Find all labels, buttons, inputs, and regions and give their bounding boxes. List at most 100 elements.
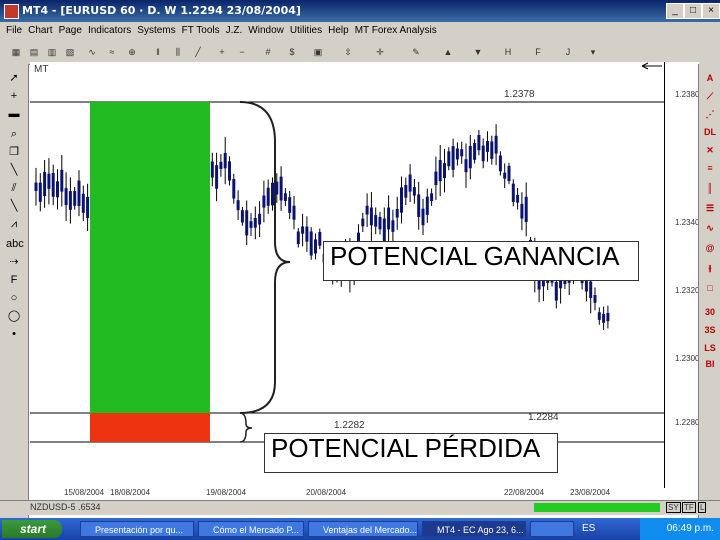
menu-item-ft-tools[interactable]: FT Tools [182,22,220,40]
magnifier-icon[interactable]: ⌕ [6,126,22,142]
save-icon[interactable]: ▥ [44,44,60,60]
scale-icon[interactable]: ⇳ [340,44,356,60]
menu-item-indicators[interactable]: Indicators [88,22,131,40]
candle-body [258,213,262,225]
high-price-label: 1.2378 [504,89,535,100]
crosshair-tool-icon[interactable]: + [6,88,22,104]
system-icon[interactable]: ⊕ [124,44,140,60]
candle-body [223,152,227,169]
progress-bar [534,503,660,512]
candle-body [520,203,524,219]
candle-body [387,207,391,230]
ls-icon[interactable]: LS [702,340,718,356]
bi-icon[interactable]: BI [702,356,718,372]
open-icon[interactable]: ▤ [26,44,42,60]
dropdown-icon[interactable]: ▾ [585,44,601,60]
cross-lines-icon[interactable]: ✕ [702,142,718,158]
indicator-icon[interactable]: ∿ [84,44,100,60]
zoom-out-icon[interactable]: − [234,44,250,60]
maximize-icon[interactable]: □ [684,3,702,19]
tf-button[interactable]: TF [682,502,696,513]
menu-item-systems[interactable]: Systems [137,22,175,40]
pen-icon[interactable]: ✎ [408,44,424,60]
minimize-icon[interactable]: _ [666,3,684,19]
menu-item-file[interactable]: File [6,22,22,40]
l-button[interactable]: L [698,502,707,513]
print-icon[interactable]: ▧ [62,44,78,60]
candle-body [602,313,606,323]
task-button[interactable]: Cómo el Mercado P... [198,521,304,537]
menu-item-window[interactable]: Window [248,22,284,40]
candle-body [77,180,81,206]
sell-icon[interactable]: ▼ [470,44,486,60]
text-tool-icon[interactable]: abc [6,236,24,252]
candle-body [262,195,266,208]
start-button[interactable]: start [2,520,62,538]
dl-icon[interactable]: DL [702,124,718,140]
dot-tool-icon[interactable]: • [6,326,22,342]
channel-icon[interactable]: ⫽ [6,180,22,196]
spiral-icon[interactable]: @ [702,240,718,256]
arrow-tool-icon[interactable]: ⇢ [6,254,22,270]
square-icon[interactable]: □ [702,280,718,296]
menu-item-page[interactable]: Page [59,22,82,40]
task-button[interactable]: Ventajas del Mercado... [308,521,418,537]
ellipse-tool-icon[interactable]: ◯ [6,308,22,324]
3s-icon[interactable]: 3S [702,322,718,338]
wave-icon[interactable]: ∿ [702,220,718,236]
gain-box [90,102,210,413]
candle-body [369,207,373,226]
task-button[interactable]: Presentación por qu... [80,521,194,537]
buy-icon[interactable]: ▲ [440,44,456,60]
new-chart-icon[interactable]: ▦ [8,44,24,60]
task-button[interactable] [530,521,574,537]
menu-item-j-z-[interactable]: J.Z. [226,22,243,40]
menu-item-utilities[interactable]: Utilities [290,22,322,40]
period-icon[interactable]: ▣ [310,44,326,60]
candles-icon[interactable]: ⫼ [170,44,186,60]
text-a-icon[interactable]: A [702,70,718,86]
candle-body [305,226,309,242]
line-icon[interactable]: ╱ [190,44,206,60]
cut-icon[interactable]: ▬ [6,106,22,122]
fibonacci-icon[interactable]: F [6,272,22,288]
bars-icon[interactable]: ‖ [150,44,166,60]
candle-body [606,312,610,322]
candle-body [245,210,249,236]
task-button-active[interactable]: MT4 - EC Ago 23, 6... [422,521,526,537]
circle-tool-icon[interactable]: ○ [6,290,22,306]
ray-icon[interactable]: ╲ [6,198,22,214]
window-title: MT4 - [EURUSD 60 · D. W 1.2294 23/08/200… [22,4,301,17]
bars-tool-icon[interactable]: ║ [702,180,718,196]
angle-icon[interactable]: ⟋ [702,88,718,104]
x-tick: 19/08/2004 [206,488,247,497]
hp-icon[interactable]: H [500,44,516,60]
30-icon[interactable]: 30 [702,304,718,320]
lines-icon[interactable]: ≡ [702,160,718,176]
menu-item-mt-forex-analysis[interactable]: MT Forex Analysis [355,22,437,40]
menu-item-chart[interactable]: Chart [28,22,52,40]
language-indicator[interactable]: ES [582,523,595,534]
drawing-toolbar: ➚ + ▬ ⌕ ❐ ╲ ⫽ ╲ ⩘ abc ⇢ F ○ ◯ • [0,64,29,518]
candle-body [511,183,515,202]
cursor-icon[interactable]: ➚ [6,70,22,86]
close-icon[interactable]: × [702,3,720,19]
low-price-label: 1.2282 [334,420,365,431]
crosshair-icon[interactable]: ✛ [372,44,388,60]
zoom-in-icon[interactable]: + [214,44,230,60]
pitchfork-icon[interactable]: ⩘ [6,216,22,232]
levels-icon[interactable]: ☰ [702,200,718,216]
oscillator-icon[interactable]: ≈ [104,44,120,60]
sy-button[interactable]: SY [666,502,681,513]
copy-icon[interactable]: ❐ [6,144,22,160]
trendline-icon[interactable]: ╲ [6,162,22,178]
spread-icon[interactable]: ⫲ [702,260,718,276]
symbol-selector[interactable]: NZDUSD-5 .6534 [30,502,101,512]
jz-icon[interactable]: J [560,44,576,60]
menu-item-help[interactable]: Help [328,22,349,40]
grid-icon[interactable]: # [260,44,276,60]
fz-icon[interactable]: F [530,44,546,60]
fan-icon[interactable]: ⋰ [702,106,718,122]
candle-body [481,145,485,162]
dollar-icon[interactable]: $ [284,44,300,60]
